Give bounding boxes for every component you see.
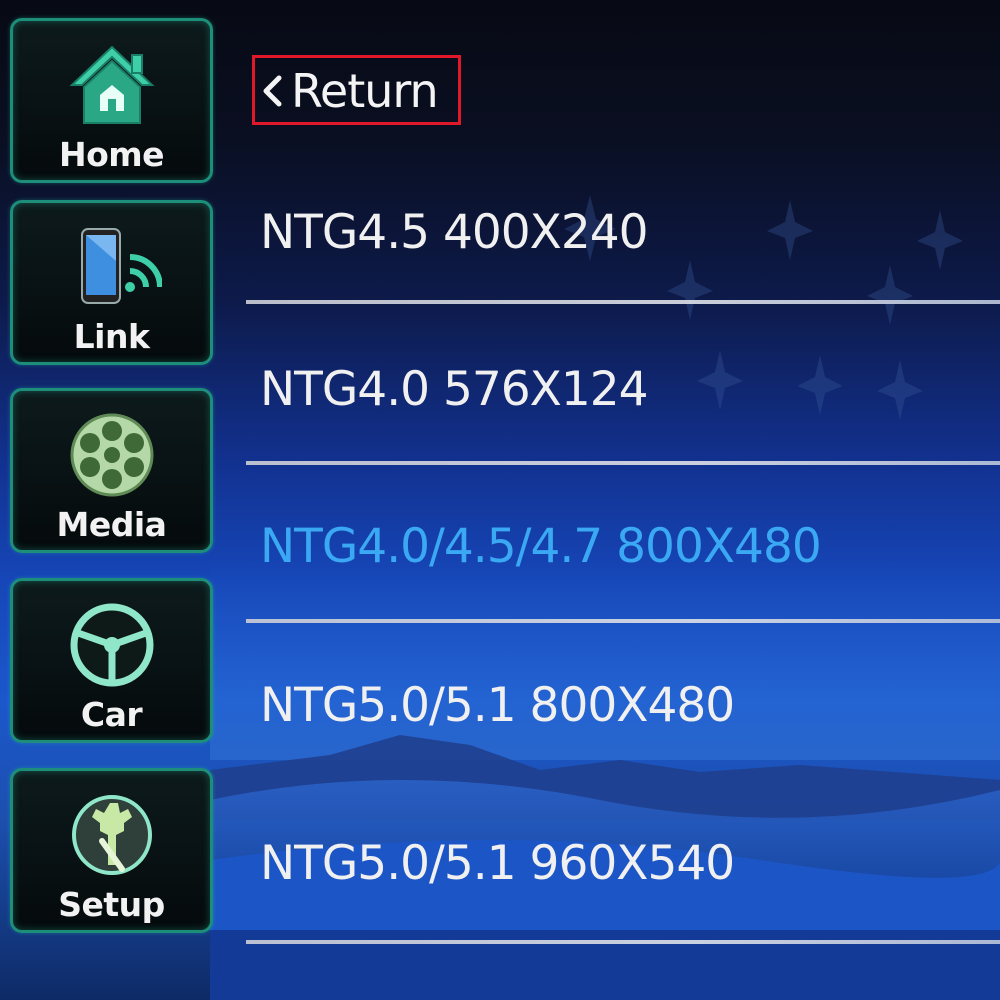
settings-wrench-icon <box>62 789 162 881</box>
option-label: NTG4.0/4.5/4.7 800X480 <box>260 519 822 574</box>
option-ntg50-51-960x540[interactable]: NTG5.0/5.1 960X540 <box>246 836 1000 986</box>
option-ntg40-576x124[interactable]: NTG4.0 576X124 <box>246 362 1000 512</box>
option-label: NTG5.0/5.1 960X540 <box>260 836 735 891</box>
option-ntg40-45-47-800x480[interactable]: NTG4.0/4.5/4.7 800X480 <box>246 519 1000 669</box>
sidebar-item-car[interactable]: Car <box>10 578 213 743</box>
option-label: NTG5.0/5.1 800X480 <box>260 678 735 733</box>
sidebar-item-label: Setup <box>58 885 165 924</box>
divider <box>246 940 1000 944</box>
head-unit-screen: Home Link Media Car Setup Return NTG4.5 … <box>0 0 1000 1000</box>
sidebar-item-label: Car <box>80 695 143 734</box>
divider <box>246 619 1000 623</box>
option-label: NTG4.0 576X124 <box>260 362 649 417</box>
sidebar-item-home[interactable]: Home <box>10 18 213 183</box>
phone-link-icon <box>62 221 163 313</box>
chevron-left-icon <box>263 75 282 107</box>
film-reel-icon <box>62 409 162 501</box>
steering-wheel-icon <box>62 599 162 691</box>
home-icon <box>62 39 162 131</box>
return-label: Return <box>291 64 439 118</box>
option-ntg45-400x240[interactable]: NTG4.5 400X240 <box>246 205 1000 355</box>
divider <box>246 461 1000 465</box>
sidebar-item-label: Media <box>56 505 167 544</box>
sidebar-item-label: Home <box>58 135 165 174</box>
sidebar-item-link[interactable]: Link <box>10 200 213 365</box>
option-label: NTG4.5 400X240 <box>260 205 649 260</box>
return-button[interactable]: Return <box>252 55 461 125</box>
divider <box>246 300 1000 304</box>
sidebar-item-setup[interactable]: Setup <box>10 768 213 933</box>
sidebar-item-media[interactable]: Media <box>10 388 213 553</box>
sidebar-item-label: Link <box>73 317 150 356</box>
option-ntg50-51-800x480[interactable]: NTG5.0/5.1 800X480 <box>246 678 1000 828</box>
